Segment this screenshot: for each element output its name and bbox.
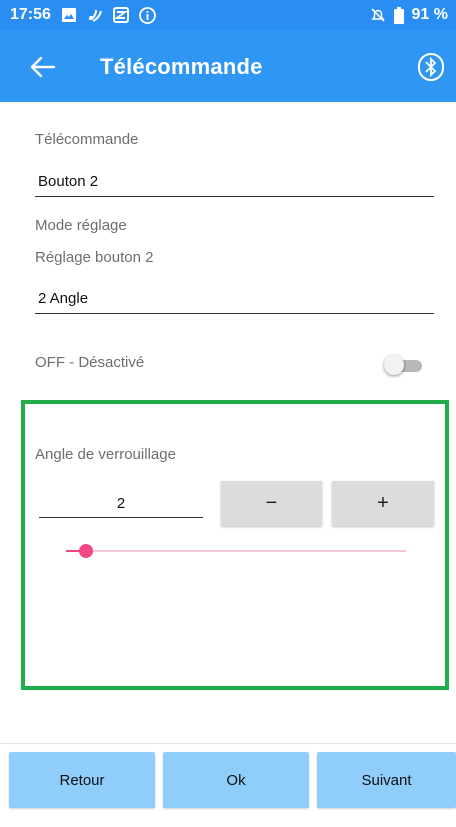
angle-input[interactable]: 2 — [39, 492, 203, 518]
lock-angle-label: Angle de verrouillage — [35, 446, 176, 463]
decrement-button[interactable]: − — [221, 481, 322, 526]
setting-label: Réglage bouton 2 — [35, 249, 154, 266]
remote-label: Télécommande — [35, 131, 139, 148]
bluetooth-icon[interactable] — [416, 52, 446, 82]
status-left: 17:56 — [10, 6, 156, 24]
vpn-icon — [112, 7, 129, 23]
info-icon — [139, 6, 156, 24]
battery-icon — [393, 6, 404, 24]
angle-slider[interactable] — [66, 540, 408, 562]
slider-knob[interactable] — [79, 544, 93, 558]
image-icon — [61, 7, 77, 23]
toggle-label: OFF - Désactivé — [35, 354, 145, 371]
app-bar: Télécommande — [0, 30, 456, 102]
toggle-thumb — [384, 355, 404, 375]
footer-divider — [0, 743, 456, 744]
setting-field[interactable]: 2 Angle — [35, 286, 434, 314]
back-arrow-icon[interactable] — [28, 54, 58, 80]
back-button[interactable]: Retour — [9, 752, 155, 808]
nfc-icon — [87, 7, 103, 23]
battery-level: 91 % — [411, 6, 448, 23]
next-button[interactable]: Suivant — [317, 752, 456, 808]
screen: 17:56 91 % Télécommande Télécommande Bou… — [0, 0, 456, 827]
remote-field[interactable]: Bouton 2 — [35, 169, 434, 197]
mode-label: Mode réglage — [35, 217, 127, 234]
off-toggle[interactable] — [384, 354, 426, 376]
ok-button[interactable]: Ok — [163, 752, 309, 808]
page-title: Télécommande — [100, 54, 263, 79]
status-time: 17:56 — [10, 6, 51, 23]
increment-button[interactable]: + — [332, 481, 434, 526]
status-bar: 17:56 91 % — [0, 0, 456, 30]
alarm-off-icon — [370, 7, 386, 23]
slider-rail — [66, 550, 406, 552]
status-right: 91 % — [370, 6, 448, 24]
